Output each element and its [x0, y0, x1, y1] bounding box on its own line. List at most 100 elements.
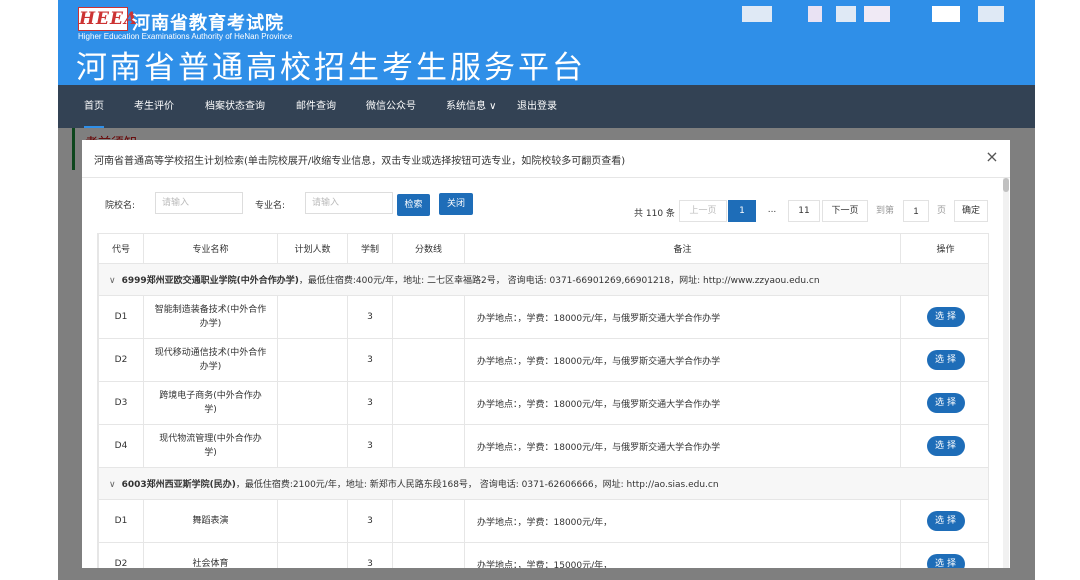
select-button[interactable]: 选择 — [926, 436, 965, 456]
modal-header: 河南省普通高等学校招生计划检索(单击院校展开/收缩专业信息，双击专业或选择按钮可… — [82, 140, 1010, 178]
row-plan — [277, 338, 348, 382]
table-row[interactable]: D1 智能制造装备技术(中外合作办学) 3 办学地点：，学费：18000元/年，… — [98, 295, 988, 339]
nav-archive-status[interactable]: 档案状态查询 — [205, 85, 265, 128]
site-banner: HEEA 河南省教育考试院 Higher Education Examinati… — [58, 0, 1035, 85]
chevron-down-icon: ∨ — [109, 480, 116, 490]
row-code: D1 — [98, 499, 144, 543]
row-years: 3 — [347, 338, 393, 382]
modal-scrollbar[interactable] — [1003, 178, 1009, 568]
row-score — [392, 542, 465, 568]
row-score — [392, 499, 465, 543]
col-action: 操作 — [900, 233, 988, 264]
row-years: 3 — [347, 499, 393, 543]
row-major-name: 智能制造装备技术(中外合作办学) — [143, 295, 278, 339]
nav-mail-query[interactable]: 邮件查询 — [296, 85, 336, 128]
school-group-row[interactable]: ∨ 6003郑州西亚斯学院(民办)，最低住宿费:2100元/年，地址: 新郑市人民… — [98, 467, 988, 500]
col-major-name: 专业名称 — [143, 233, 278, 264]
banner-decoration — [864, 6, 890, 22]
banner-decoration — [742, 6, 772, 22]
select-button[interactable]: 选择 — [926, 554, 965, 568]
row-note: 办学地点：，学费：18000元/年，与俄罗斯交通大学合作办学 — [464, 338, 901, 382]
select-button[interactable]: 选择 — [926, 393, 965, 413]
row-code: D1 — [98, 295, 144, 339]
main-nav: 首页 考生评价 档案状态查询 邮件查询 微信公众号 系统信息 ∨ 退出登录 — [58, 85, 1035, 128]
school-code-name: 6999郑州亚欧交通职业学院(中外合作办学) — [121, 276, 299, 286]
pager-ellipsis: ... — [758, 200, 786, 222]
plan-search-modal: 河南省普通高等学校招生计划检索(单击院校展开/收缩专业信息，双击专业或选择按钮可… — [82, 140, 1010, 568]
org-name-en: Higher Education Examinations Authority … — [78, 32, 293, 41]
row-score — [392, 381, 465, 425]
table-row[interactable]: D2 现代移动通信技术(中外合作办学) 3 办学地点：，学费：18000元/年，… — [98, 338, 988, 382]
school-group-row[interactable]: ∨ 6999郑州亚欧交通职业学院(中外合作办学)，最低住宿费:400元/年，地址:… — [98, 263, 988, 296]
pager-confirm-button[interactable]: 确定 — [954, 200, 988, 222]
select-button[interactable]: 选择 — [926, 350, 965, 370]
select-button[interactable]: 选择 — [926, 307, 965, 327]
school-code-name: 6003郑州西亚斯学院(民办) — [121, 480, 236, 490]
row-major-name: 社会体育 — [143, 542, 278, 568]
nav-logout[interactable]: 退出登录 — [517, 85, 557, 128]
col-plan-count: 计划人数 — [277, 233, 348, 264]
major-label: 专业名: — [255, 201, 286, 211]
banner-decoration — [836, 6, 856, 22]
row-years: 3 — [347, 542, 393, 568]
scroll-thumb[interactable] — [1003, 178, 1009, 192]
close-button[interactable]: 关闭 — [439, 193, 473, 215]
pager-page-1[interactable]: 1 — [728, 200, 756, 222]
pager-prev[interactable]: 上一页 — [679, 200, 727, 222]
platform-title: 河南省普通高校招生考生服务平台 — [76, 50, 586, 85]
table-header-row: 代号 专业名称 计划人数 学制 分数线 备注 操作 — [98, 233, 988, 264]
pager-next[interactable]: 下一页 — [822, 200, 868, 222]
row-plan — [277, 381, 348, 425]
row-score — [392, 338, 465, 382]
row-years: 3 — [347, 381, 393, 425]
chevron-down-icon: ∨ — [109, 276, 116, 286]
row-code: D2 — [98, 338, 144, 382]
heea-logo: HEEA — [78, 7, 139, 31]
row-score — [392, 424, 465, 468]
banner-decoration — [978, 6, 1004, 22]
row-major-name: 跨境电子商务(中外合作办学) — [143, 381, 278, 425]
row-code: D4 — [98, 424, 144, 468]
row-score — [392, 295, 465, 339]
pager-page-last[interactable]: 11 — [788, 200, 820, 222]
select-button[interactable]: 选择 — [926, 511, 965, 531]
col-code: 代号 — [98, 233, 144, 264]
row-years: 3 — [347, 295, 393, 339]
row-note: 办学地点：，学费：18000元/年，与俄罗斯交通大学合作办学 — [464, 295, 901, 339]
pager-page-unit: 页 — [937, 206, 947, 216]
row-note: 办学地点：，学费：15000元/年， — [464, 542, 901, 568]
table-row[interactable]: D4 现代物流管理(中外合作办学) 3 办学地点：，学费：18000元/年，与俄… — [98, 424, 988, 468]
nav-evaluation[interactable]: 考生评价 — [134, 85, 174, 128]
col-score-line: 分数线 — [392, 233, 465, 264]
school-search-input[interactable] — [155, 192, 243, 214]
table-row[interactable]: D1 舞蹈表演 3 办学地点：，学费：18000元/年， 选择 — [98, 499, 988, 543]
close-icon[interactable]: × — [984, 149, 1000, 165]
table-row[interactable]: D2 社会体育 3 办学地点：，学费：15000元/年， 选择 — [98, 542, 988, 568]
nav-system-info[interactable]: 系统信息 ∨ — [446, 85, 497, 128]
row-years: 3 — [347, 424, 393, 468]
table-row[interactable]: D3 跨境电子商务(中外合作办学) 3 办学地点：，学费：18000元/年，与俄… — [98, 381, 988, 425]
row-code: D2 — [98, 542, 144, 568]
pager-goto-label: 到第 — [876, 206, 895, 216]
pager-goto-input[interactable] — [903, 200, 929, 222]
school-info: ，最低住宿费:2100元/年，地址: 新郑市人民路东段168号， 咨询电话: 0… — [235, 480, 719, 490]
major-search-input[interactable] — [305, 192, 393, 214]
row-plan — [277, 295, 348, 339]
search-button[interactable]: 检索 — [397, 194, 430, 216]
school-label: 院校名: — [105, 201, 136, 211]
row-major-name: 现代移动通信技术(中外合作办学) — [143, 338, 278, 382]
row-note: 办学地点：，学费：18000元/年， — [464, 499, 901, 543]
row-plan — [277, 424, 348, 468]
nav-home[interactable]: 首页 — [84, 85, 104, 128]
nav-wechat[interactable]: 微信公众号 — [366, 85, 416, 128]
row-note: 办学地点：，学费：18000元/年，与俄罗斯交通大学合作办学 — [464, 424, 901, 468]
col-note: 备注 — [464, 233, 901, 264]
row-major-name: 舞蹈表演 — [143, 499, 278, 543]
plan-table: 代号 专业名称 计划人数 学制 分数线 备注 操作 ∨ 6999郑州亚欧交通职业学… — [97, 233, 989, 568]
row-plan — [277, 542, 348, 568]
school-info: ，最低住宿费:400元/年，地址: 二七区幸福路2号， 咨询电话: 0371-6… — [298, 276, 820, 286]
pager-total: 共 110 条 — [634, 209, 675, 219]
banner-decoration — [808, 6, 822, 22]
banner-decoration — [932, 6, 960, 22]
row-code: D3 — [98, 381, 144, 425]
